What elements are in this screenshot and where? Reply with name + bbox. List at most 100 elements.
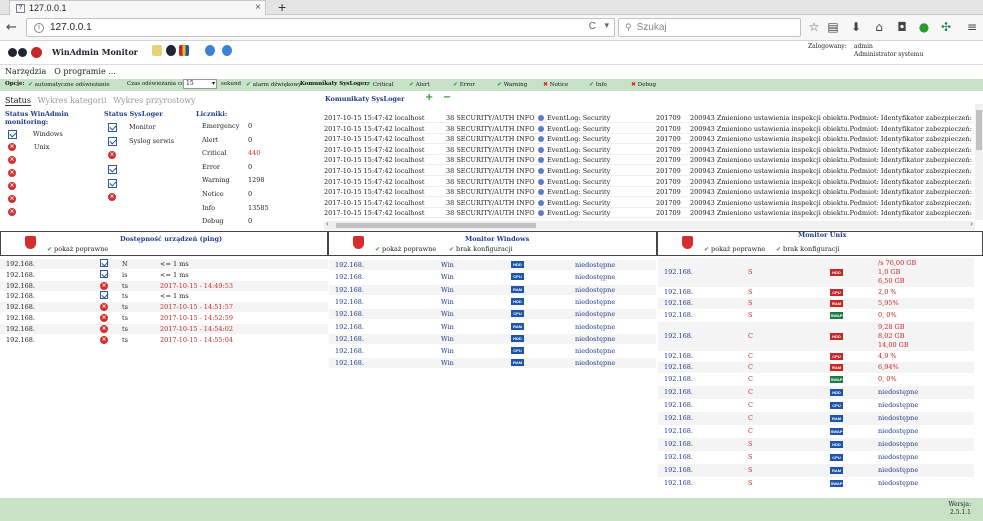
table-row[interactable]: 192.168. × ts 2017-10-15 - 14:51:57: [0, 302, 328, 313]
log-row[interactable]: 2017-10-15 15:47:42 localhost 38 SECURITY…: [324, 113, 974, 123]
log-row[interactable]: 2017-10-15 15:47:42 localhost 38 SECURITY…: [324, 198, 974, 208]
table-row[interactable]: 192.168. × ts 2017-10-15 - 14:52:59: [0, 313, 328, 323]
table-row[interactable]: 192.168. Win RAM niedostępne: [329, 358, 656, 369]
star-icon[interactable]: ☆: [807, 20, 821, 34]
add-filter-icon[interactable]: +: [425, 92, 433, 103]
tab-growth-chart[interactable]: Wykres przyrostowy: [113, 96, 195, 105]
level-alert[interactable]: ✔ Alert: [409, 81, 430, 88]
table-row[interactable]: 192.168. S SWAP niedostępne: [658, 477, 974, 490]
table-row[interactable]: 192.168. Win HDD niedostępne: [329, 297, 656, 307]
clipboard-icon[interactable]: ▤: [826, 20, 840, 34]
table-row[interactable]: 192.168. Win CPU niedostępne: [329, 346, 656, 356]
syslog-vertical-scrollbar[interactable]: [975, 104, 983, 220]
scroll-thumb[interactable]: [976, 110, 982, 150]
win-os: Win: [441, 347, 454, 356]
table-row[interactable]: 192.168. × ts 2017-10-15 - 14:54:02: [0, 323, 328, 334]
table-row[interactable]: 192.168. S CPU niedostępne: [658, 451, 974, 464]
menu-item-tools[interactable]: Narzędzia: [5, 67, 46, 76]
level-notice[interactable]: ✖ Notice: [543, 81, 568, 88]
table-row[interactable]: 192.168. C CPU niedostępne: [658, 399, 974, 412]
tab-category-chart[interactable]: Wykres kategorii: [37, 96, 106, 105]
table-row[interactable]: 192.168. C RAM 6,94%: [658, 362, 974, 373]
unix-os: S: [748, 466, 753, 474]
table-row[interactable]: 192.168. × ts 2017-10-15 - 14:49:53: [0, 280, 328, 291]
table-row[interactable]: 192.168. Win RAM niedostępne: [329, 284, 656, 295]
ping-ip: 192.168.: [6, 314, 35, 322]
table-row[interactable]: 192.168. C CPU 4,9 %: [658, 351, 974, 362]
table-row[interactable]: 192.168. S RAM 5,95%: [658, 298, 974, 309]
log-row[interactable]: 2017-10-15 15:47:42 localhost 38 SECURITY…: [324, 145, 974, 155]
table-row[interactable]: 192.168. Win HDD niedostępne: [329, 333, 656, 344]
info-circle-icon[interactable]: [222, 45, 232, 56]
menu-item-about[interactable]: O programie ...: [54, 67, 116, 76]
table-row[interactable]: 192.168. is <= 1 ms: [0, 269, 328, 280]
back-arrow-icon[interactable]: ←: [6, 20, 17, 35]
table-row[interactable]: 192.168. C RAM niedostępne: [658, 412, 974, 425]
table-row[interactable]: 192.168. Win RAM niedostępne: [329, 322, 656, 332]
chart-icon[interactable]: [179, 45, 189, 56]
url-bar[interactable]: i 127.0.0.1 ▾ C: [26, 18, 615, 37]
auto-refresh-option[interactable]: ✔ automatyczne odświeżanie: [28, 81, 110, 88]
table-row[interactable]: 192.168. S SWAP 0, 0%: [658, 309, 974, 322]
log-row[interactable]: 2017-10-15 15:47:42 localhost 38 SECURITY…: [324, 124, 974, 134]
notes-icon[interactable]: [152, 45, 162, 56]
unix-no-config-option[interactable]: ✔ brak konfiguracji: [776, 245, 840, 253]
search-input[interactable]: ⚲ Szukaj: [618, 18, 801, 37]
url-dropdown-icon[interactable]: ▾: [604, 20, 609, 31]
log-row[interactable]: 2017-10-15 15:47:42 localhost 38 SECURITY…: [324, 166, 974, 176]
scroll-thumb[interactable]: [336, 223, 536, 228]
log-row[interactable]: 2017-10-15 15:47:42 localhost 38 SECURITY…: [324, 187, 974, 198]
extension-puzzle-icon[interactable]: ✣: [939, 20, 953, 34]
scroll-right-icon[interactable]: ›: [970, 220, 973, 228]
level-debug[interactable]: ✖ Debug: [631, 81, 656, 88]
table-row[interactable]: 192.168. S HDD/s 76,00 GB 1,0 GB 6,50 GB: [658, 258, 974, 287]
log-source: EventLog: Security: [547, 167, 611, 175]
table-row[interactable]: 192.168. N <= 1 ms: [0, 259, 328, 269]
remove-filter-icon[interactable]: −: [443, 92, 451, 103]
table-row[interactable]: 192.168. C SWAP niedostępne: [658, 425, 974, 438]
level-error[interactable]: ✔ Error: [453, 81, 475, 88]
unix-show-ok-option[interactable]: ✔ pokaż poprawne: [704, 245, 765, 253]
level-warning[interactable]: ✔ Warning: [497, 81, 527, 88]
new-tab-button[interactable]: +: [278, 0, 286, 15]
log-row[interactable]: 2017-10-15 15:47:42 localhost 38 SECURITY…: [324, 155, 974, 166]
pocket-icon[interactable]: ◘: [895, 20, 909, 34]
menu-hamburger-icon[interactable]: ≡: [965, 20, 979, 34]
home-icon[interactable]: ⌂: [872, 20, 886, 34]
table-row[interactable]: 192.168. C HDD niedostępne: [658, 386, 974, 399]
tab-status[interactable]: Status: [5, 96, 31, 106]
log-row[interactable]: 2017-10-15 15:47:42 localhost 38 SECURITY…: [324, 134, 974, 145]
log-facility: 38 SECURITY/AUTH INFO: [446, 209, 535, 218]
power-icon[interactable]: [166, 45, 176, 56]
table-row[interactable]: 192.168. Win CPU niedostępne: [329, 309, 656, 320]
scroll-left-icon[interactable]: ‹: [326, 220, 329, 228]
table-row[interactable]: 192.168. S CPU 2,0 %: [658, 287, 974, 298]
level-label: Critical: [372, 82, 394, 88]
help-icon[interactable]: [205, 45, 215, 56]
log-row[interactable]: 2017-10-15 15:47:42 localhost 38 SECURITY…: [324, 177, 974, 187]
download-icon[interactable]: ⬇: [849, 20, 863, 34]
ping-show-ok-option[interactable]: ✔ pokaż poprawne: [47, 245, 108, 253]
table-row[interactable]: 192.168. Win CPU niedostępne: [329, 272, 656, 282]
close-tab-icon[interactable]: ×: [255, 2, 261, 13]
extension-green-icon[interactable]: ●: [917, 20, 931, 34]
table-row[interactable]: 192.168. ts <= 1 ms: [0, 291, 328, 301]
level-critical[interactable]: ✔ Critical: [366, 81, 393, 88]
reload-icon[interactable]: C: [589, 21, 596, 32]
windows-no-config-option[interactable]: ✔ brak konfiguracji: [449, 245, 513, 253]
counter-value: 0: [248, 135, 253, 144]
table-row[interactable]: 192.168. C SWAP 0, 0%: [658, 373, 974, 386]
table-row[interactable]: 192.168. Win HDD niedostępne: [329, 260, 656, 270]
info-icon[interactable]: i: [34, 22, 44, 33]
log-row[interactable]: 2017-10-15 15:47:42 localhost 38 SECURITY…: [324, 208, 974, 219]
interval-select[interactable]: 15: [183, 79, 217, 89]
syslog-horizontal-scrollbar[interactable]: ‹ ›: [324, 220, 975, 230]
sound-alarm-option[interactable]: ✔ alarm dźwiękowy: [246, 81, 301, 88]
table-row[interactable]: 192.168. × ts 2017-10-15 - 14:55:04: [0, 335, 328, 345]
level-info[interactable]: ✔ Info: [589, 81, 607, 88]
browser-tab[interactable]: ? 127.0.0.1 ×: [9, 0, 266, 15]
windows-show-ok-option[interactable]: ✔ pokaż poprawne: [375, 245, 436, 253]
table-row[interactable]: 192.168. S HDD niedostępne: [658, 438, 974, 451]
table-row[interactable]: 192.168. C HDD 9,28 GB 8,02 GB 14,00 GB: [658, 322, 974, 351]
table-row[interactable]: 192.168. S RAM niedostępne: [658, 464, 974, 477]
